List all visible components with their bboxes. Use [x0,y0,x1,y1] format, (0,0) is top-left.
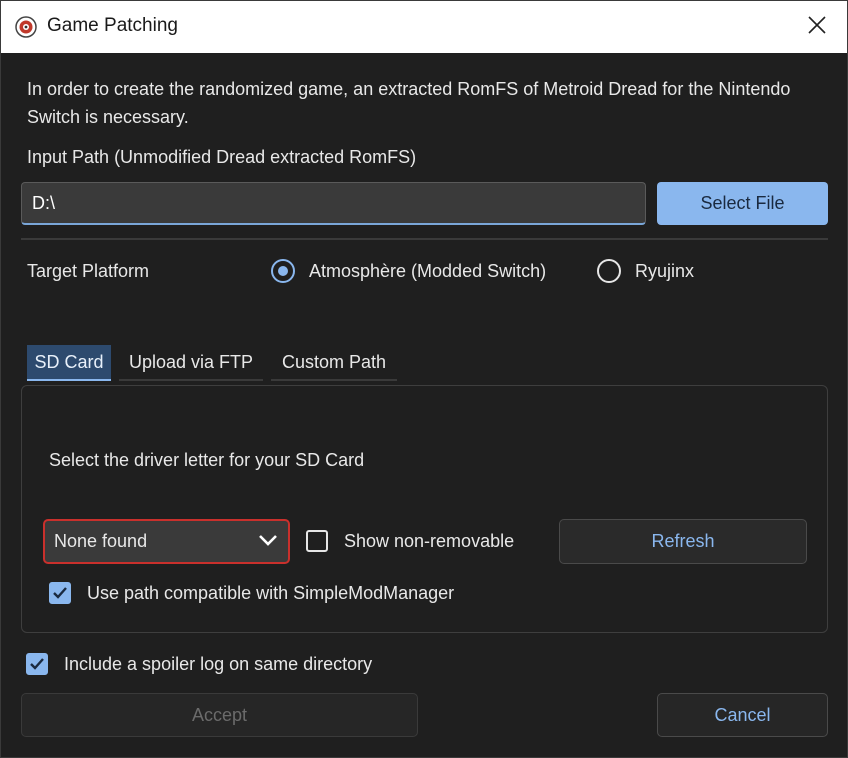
simple-mod-manager-checkbox[interactable]: Use path compatible with SimpleModManage… [49,582,454,604]
cancel-button[interactable]: Cancel [657,693,828,737]
checkmark-icon [49,582,71,604]
spoiler-log-label: Include a spoiler log on same directory [64,653,373,674]
refresh-button[interactable]: Refresh [559,519,807,564]
divider [21,238,828,240]
show-non-removable-label: Show non-removable [344,530,515,551]
input-path-field[interactable] [21,182,646,225]
radio-selected-icon [271,259,295,283]
tab-sd-card[interactable]: SD Card [27,345,111,381]
sd-card-instruction: Select the driver letter for your SD Car… [49,450,365,470]
unchecked-box-icon [306,530,328,552]
target-platform-label: Target Platform [27,261,150,281]
input-path-label: Input Path (Unmodified Dread extracted R… [27,147,417,167]
spoiler-log-checkbox[interactable]: Include a spoiler log on same directory [26,653,372,675]
radio-unselected-icon [597,259,621,283]
randovania-icon [15,16,37,38]
window-title: Game Patching [47,15,178,36]
show-non-removable-checkbox[interactable]: Show non-removable [306,530,514,552]
drive-letter-dropdown[interactable]: None found [43,519,290,564]
radio-atmosphere[interactable]: Atmosphère (Modded Switch) [271,259,546,283]
sd-card-panel: Select the driver letter for your SD Car… [21,385,828,633]
simple-mod-manager-label: Use path compatible with SimpleModManage… [87,582,455,603]
close-icon [808,15,826,39]
checkmark-icon [26,653,48,675]
title-bar: Game Patching [1,1,847,53]
game-patching-dialog: Game Patching In order to create the ran… [0,0,848,758]
radio-ryujinx[interactable]: Ryujinx [597,259,694,283]
radio-ryujinx-label: Ryujinx [635,260,695,281]
dropdown-value: None found [54,531,148,551]
description-text: In order to create the randomized game, … [27,79,791,127]
tab-upload-ftp[interactable]: Upload via FTP [119,345,263,381]
close-button[interactable] [793,7,841,47]
radio-atmosphere-label: Atmosphère (Modded Switch) [309,260,547,281]
accept-button[interactable]: Accept [21,693,418,737]
dialog-content: In order to create the randomized game, … [1,53,847,757]
select-file-button[interactable]: Select File [657,182,828,225]
chevron-down-icon [258,531,278,552]
tab-custom-path[interactable]: Custom Path [271,345,397,381]
